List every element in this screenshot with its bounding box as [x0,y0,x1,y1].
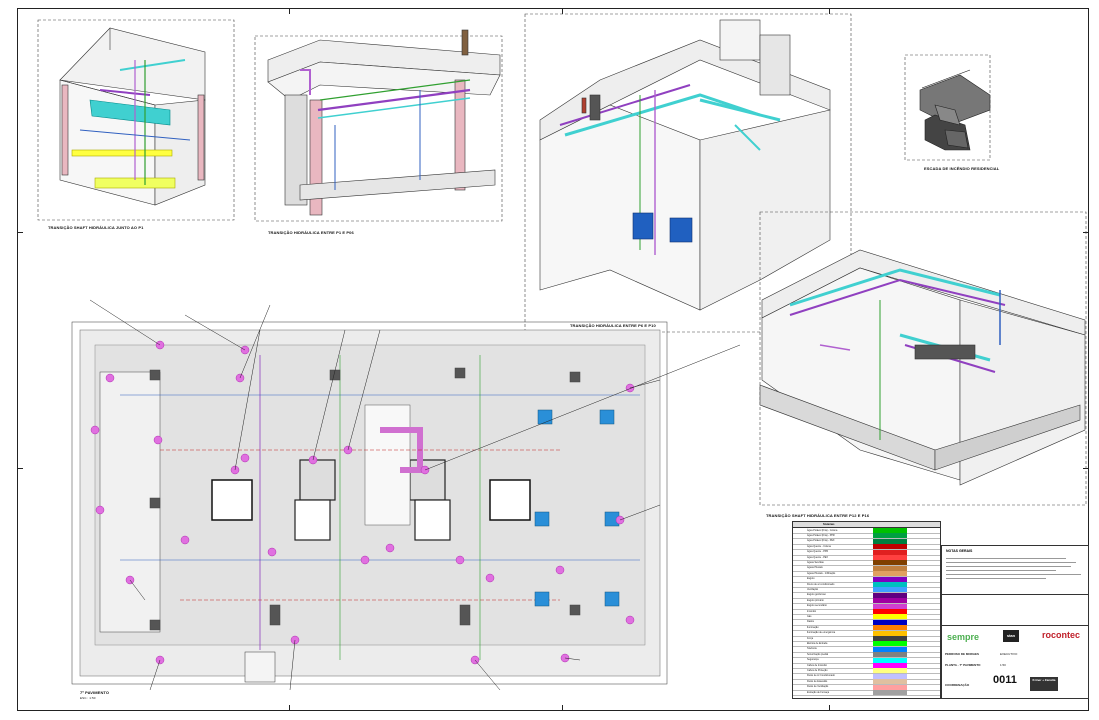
drawing-sheet: TRANSIÇÃO SHAFT HIDRÁULICA JUNTO AO P1 T… [0,0,1099,720]
legend-row-swatch [873,571,907,577]
logo-kriner-zanatta: Kriner + Zanatta [1030,677,1058,691]
sheet-number: 0011 [993,674,1017,686]
legend-row-swatch [873,684,907,690]
logo-sempre: sempre [947,632,980,642]
legend-row-swatch [873,668,907,674]
notes-title: NOTAS GERAIS [946,549,973,553]
legend-row-label: Águas Pluviais - Infiltração [807,571,836,575]
legend-row-label: Esgoto gorduroso [807,593,826,597]
legend-row-label: Águas Pluviais [807,566,823,570]
note-line [946,574,1081,575]
legend-row-swatch [873,625,907,631]
legend-row-label: Esgoto secundário [807,604,827,608]
note-line [946,578,1046,579]
isometric-view-p1-p6 [254,29,503,222]
isometric-view-stair [904,54,991,161]
legend-row-label: Ventilação [807,587,819,591]
legend-row-swatch [873,636,907,642]
plan-scale: ESC.: 1:50 [80,696,96,700]
legend-row-swatch [873,549,907,555]
view-caption-stair: ESCADA DE INCÊNDIO RESIDENCIAL [924,166,1000,171]
scale: 1:50 [1000,663,1006,667]
legend-row-swatch [873,533,907,539]
legend-row-label: Águas Servidas [807,560,824,564]
legend-row-label: Água Potável (Fria) - Coluna [807,528,838,532]
legend-row-swatch [873,598,907,604]
legend-row-label: Dutos de Exaustão [807,679,828,683]
isometric-view-shaft-p1 [37,19,235,221]
legend-row-swatch [873,630,907,636]
legend-row-swatch [873,609,907,615]
logo-stan: stan [1003,630,1019,642]
legend-row-label: Dreno de ar condicionado [807,582,835,586]
legend-row-swatch [873,646,907,652]
plan-caption: 7º PAVIMENTO [80,690,110,695]
legend-row-swatch [873,592,907,598]
legend-row-label: Iluminação [807,625,819,629]
legend-row-swatch [873,565,907,571]
legend-row-swatch [873,528,907,534]
legend-row-label: Extração de Fumaça [807,690,830,694]
view-caption-p12-p16: TRANSIÇÃO SHAFT HIDRÁULICA ENTRE P12 E P… [766,513,870,518]
isometric-view-p12-p16 [759,211,1087,506]
legend-row-swatch [873,673,907,679]
view-caption-shaft-p1: TRANSIÇÃO SHAFT HIDRÁULICA JUNTO AO P1 [48,225,144,230]
legend-row-label: Dutos de Ventilação [807,685,829,689]
legend-row-swatch [873,652,907,658]
legend-row-swatch [873,576,907,582]
legend-row-label: Incêndio [807,609,817,613]
view-caption-p6-p10: TRANSIÇÃO HIDRÁULICA ENTRE P6 E P10 [570,323,656,328]
note-line [946,558,1066,559]
legend-row-label: Força [807,636,814,640]
legend-row-label: Esgoto primário [807,598,824,602]
legend-row-label: Água Quente - PPR [807,550,829,554]
legend-row-label: Gás [807,614,812,618]
legend-row-label: Iluminação de emergência [807,631,836,635]
legend-row-swatch [873,619,907,625]
legend-row-label: Cabos de Proteção [807,668,828,672]
legend-row-swatch [873,587,907,593]
legend-row-label: Dutos de Ar Condicionado [807,674,835,678]
legend-row-label: Segurança [807,658,819,662]
project-name: PEDROSO DE MORAES [945,652,980,656]
legend-header: Sistemas [823,522,835,526]
legend-row-swatch [873,641,907,647]
legend-row-swatch [873,679,907,685]
systems-legend: Sistemas Água Potável (Fria) - Coluna Águ… [792,521,941,699]
legend-row-swatch [873,544,907,550]
legend-row-label: Cabos de Incêndio [807,663,827,667]
note-line [946,562,1076,563]
legend-row-swatch [873,603,907,609]
legend-row-label: Água Potável (Fria) - PPR [807,533,835,537]
phase: EXECUTIVO [1000,652,1018,656]
legend-row-swatch [873,555,907,561]
legend-row-swatch [873,663,907,669]
legend-row-swatch [873,657,907,663]
revision-table [942,594,1088,626]
floor-plan-7 [71,299,741,691]
legend-row-swatch [873,538,907,544]
note-line [946,570,1056,571]
view-caption-p1-p6: TRANSIÇÃO HIDRÁULICA ENTRE P1 E P06 [268,230,354,235]
legend-row: Extração de Fumaça [793,690,940,697]
note-line [946,566,1071,567]
legend-row-label: Água Quente - Coluna [807,544,831,548]
legend-row-label: Telefonia [807,647,817,651]
logo-rocontec: rocontec [1042,630,1081,640]
coordination-label: COORDENAÇÃO [945,683,970,687]
legend-row-label: Água Potável (Fria) - PEX [807,539,835,543]
legend-row-swatch [873,690,907,696]
legend-row-label: Esgoto [807,577,815,581]
legend-row-label: Dados [807,620,814,624]
drawing-title: PLANTA - 7º PAVIMENTO [945,663,981,667]
legend-row-label: Sonorização predial [807,652,829,656]
legend-row-label: Elétrica de Entrada [807,641,828,645]
legend-row-swatch [873,614,907,620]
legend-row-swatch [873,560,907,566]
legend-row-swatch [873,582,907,588]
legend-row-label: Água Quente - PEX [807,555,828,559]
